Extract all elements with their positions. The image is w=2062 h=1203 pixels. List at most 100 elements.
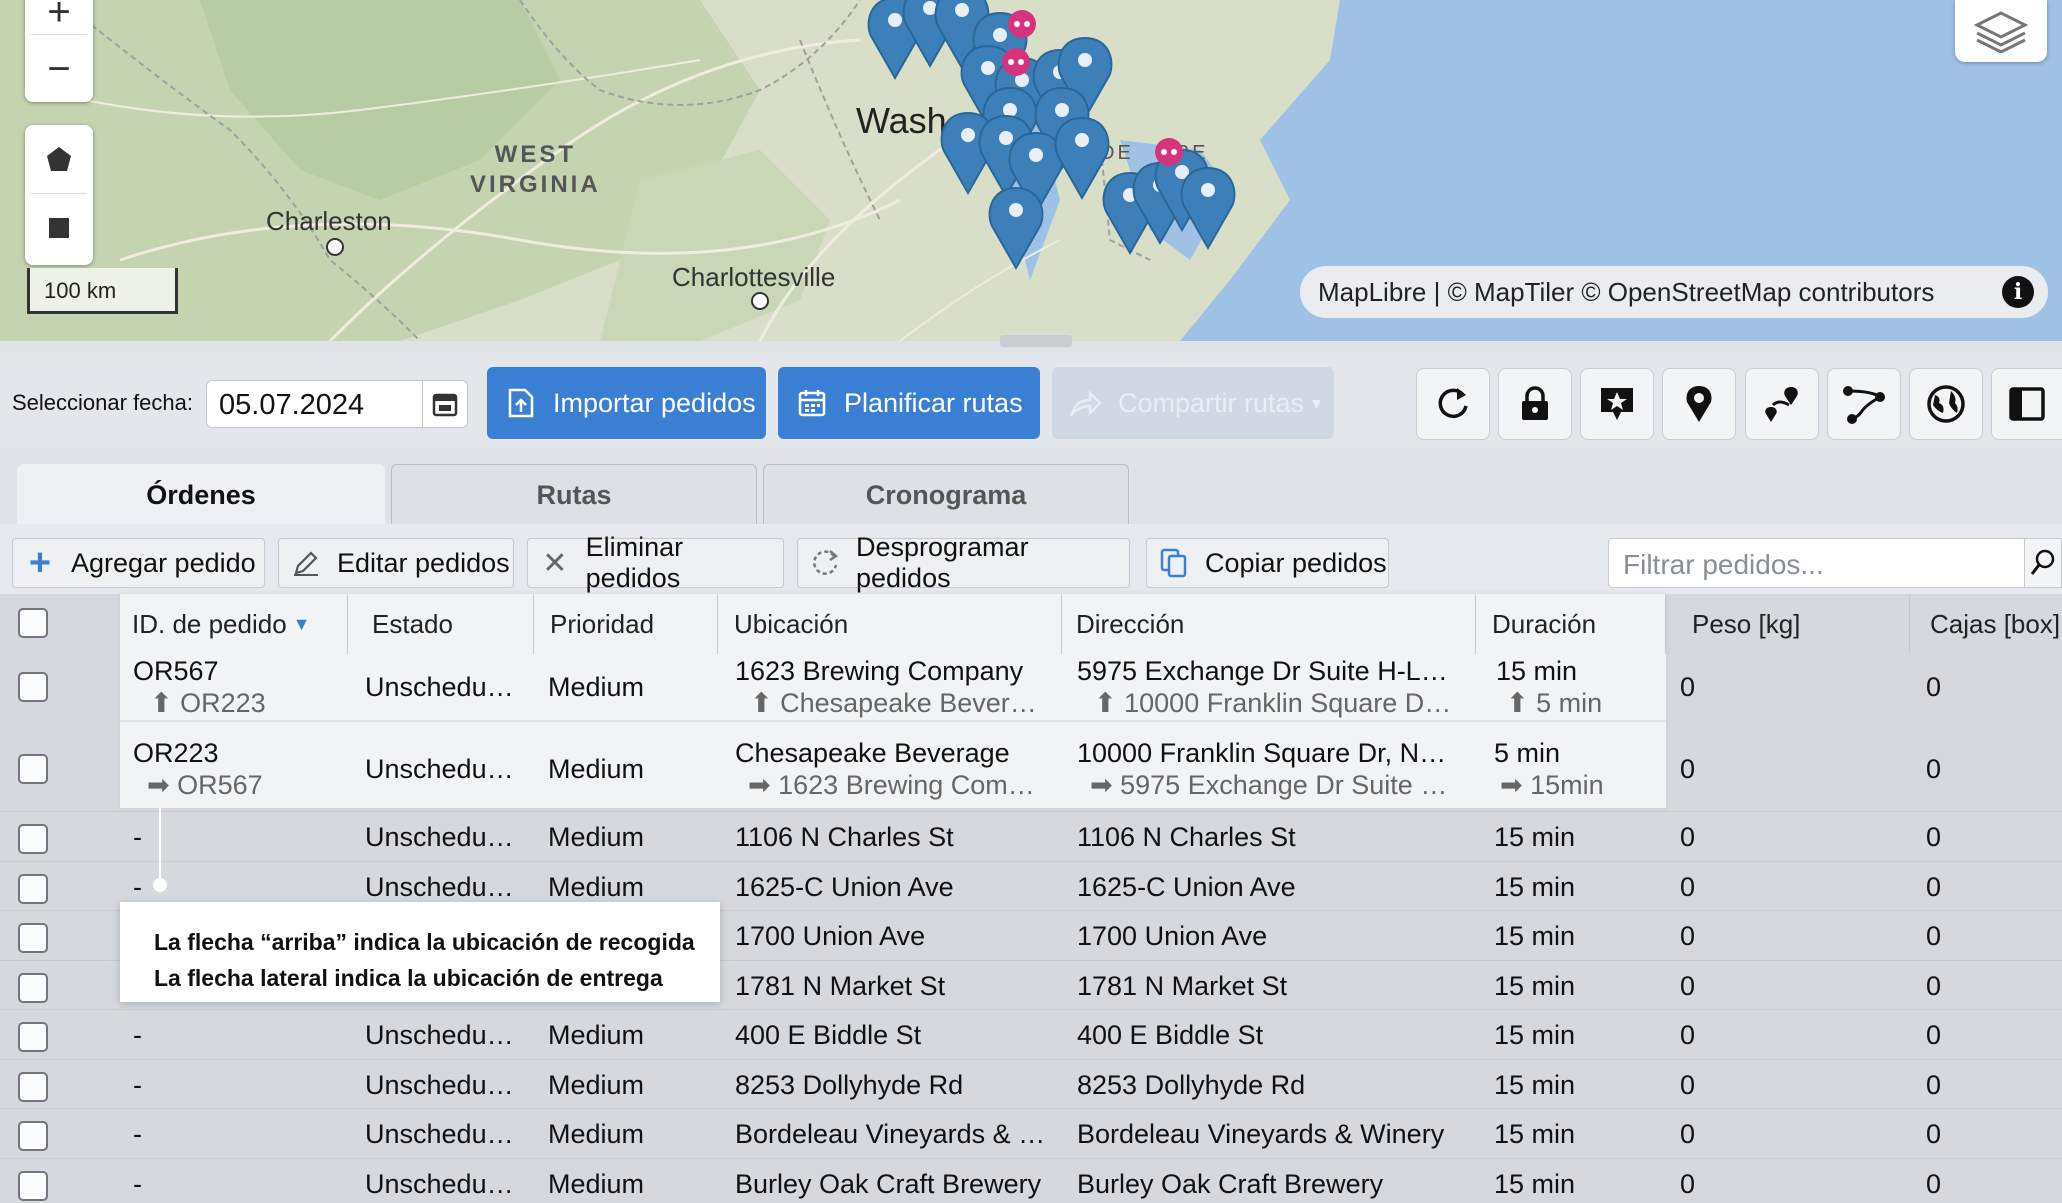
tooltip-line-delivery: La flecha lateral indica la ubicación de… xyxy=(154,965,663,991)
linked-location: ⬆ Chesapeake Bever… xyxy=(750,688,1037,718)
tab-cronograma[interactable]: Cronograma xyxy=(763,464,1129,526)
column-header-duracion[interactable]: Duración xyxy=(1480,594,1666,654)
order-location: Chesapeake Beverage xyxy=(735,738,1010,768)
map-cluster-marker[interactable] xyxy=(1155,138,1183,166)
copy-orders-button[interactable]: Copiar pedidos xyxy=(1146,538,1389,588)
orders-table: ID. de pedido ▼ Estado Prioridad Ubicaci… xyxy=(0,594,2062,1203)
row-divider xyxy=(0,1058,2062,1060)
row-checkbox[interactable] xyxy=(18,824,48,854)
column-header-cajas[interactable]: Cajas [box] xyxy=(1918,594,2062,654)
order-id: - xyxy=(133,871,142,902)
info-icon[interactable]: i xyxy=(2002,276,2034,308)
tab-rutas[interactable]: Rutas xyxy=(391,464,757,526)
order-boxes: 0 xyxy=(1926,1168,1942,1199)
column-header-id-label: ID. de pedido xyxy=(132,608,287,639)
polygon-icon[interactable] xyxy=(25,125,93,193)
column-header-ubicacion[interactable]: Ubicación xyxy=(722,594,1062,654)
pencil-icon xyxy=(291,548,321,578)
order-weight: 0 xyxy=(1680,1119,1696,1149)
order-status: Unschedu… xyxy=(365,672,514,702)
order-address: 1700 Union Ave xyxy=(1077,921,1268,951)
row-checkbox[interactable] xyxy=(18,672,48,702)
location-pin-icon xyxy=(1686,386,1712,422)
search-icon[interactable] xyxy=(2024,538,2062,588)
square-icon[interactable] xyxy=(25,194,93,262)
order-status: Unschedu… xyxy=(365,1069,514,1100)
order-boxes: 0 xyxy=(1926,1119,1942,1149)
route-path-icon xyxy=(1843,386,1885,424)
plus-icon[interactable]: + xyxy=(25,0,93,34)
app-window: WEST VIRGINIA Charleston Charlottesville… xyxy=(0,0,2062,1203)
import-orders-button[interactable]: Importar pedidos xyxy=(487,367,766,439)
order-location: 8253 Dollyhyde Rd xyxy=(735,1069,964,1100)
filter-orders-input[interactable]: Filtrar pedidos... xyxy=(1608,538,2050,588)
map-pin[interactable] xyxy=(1180,167,1236,249)
panel-toggle-button[interactable] xyxy=(1991,368,2062,440)
row-checkbox[interactable] xyxy=(18,1022,48,1052)
row-checkbox[interactable] xyxy=(18,873,48,904)
close-icon: ✕ xyxy=(542,546,568,580)
order-priority: Medium xyxy=(548,754,645,784)
order-priority: Medium xyxy=(548,1119,645,1149)
row-checkbox[interactable] xyxy=(18,754,48,784)
order-boxes: 0 xyxy=(1926,672,1942,702)
refresh-button[interactable] xyxy=(1416,368,1490,440)
calendar-icon[interactable] xyxy=(422,381,467,427)
map-cluster-marker[interactable] xyxy=(1008,10,1036,38)
star-pin-button[interactable] xyxy=(1580,368,1654,440)
order-priority: Medium xyxy=(548,1069,645,1100)
select-all-checkbox[interactable] xyxy=(18,608,48,638)
column-header-prioridad[interactable]: Prioridad xyxy=(538,594,718,654)
order-id: - xyxy=(133,1119,142,1149)
toolbar: Seleccionar fecha: 05.07.2024 Importar p… xyxy=(0,352,2062,448)
minus-icon[interactable]: − xyxy=(25,35,93,103)
tooltip-line-pickup: La flecha “arriba” indica la ubicación d… xyxy=(154,929,695,955)
plan-routes-button[interactable]: Planificar rutas xyxy=(778,367,1040,439)
globe-button[interactable] xyxy=(1909,368,1983,440)
highlight-separator xyxy=(120,720,1666,722)
row-checkbox[interactable] xyxy=(18,923,48,953)
order-address: 400 E Biddle St xyxy=(1077,1020,1264,1050)
row-checkbox[interactable] xyxy=(18,1121,48,1151)
row-checkbox[interactable] xyxy=(18,1170,48,1201)
row-checkbox[interactable] xyxy=(18,1071,48,1102)
share-label: Compartir rutas xyxy=(1118,387,1305,418)
map-cluster-marker[interactable] xyxy=(1002,48,1030,76)
sort-desc-icon[interactable]: ▼ xyxy=(293,614,311,635)
delete-orders-button[interactable]: ✕ Eliminar pedidos xyxy=(527,532,784,593)
column-header-direccion[interactable]: Dirección xyxy=(1064,594,1476,654)
order-address: 8253 Dollyhyde Rd xyxy=(1077,1069,1306,1100)
edit-orders-button[interactable]: Editar pedidos xyxy=(278,538,514,588)
column-header-estado[interactable]: Estado xyxy=(360,594,534,654)
map-pin[interactable] xyxy=(1054,117,1110,199)
add-order-button[interactable]: + Agregar pedido xyxy=(12,538,265,588)
add-order-label: Agregar pedido xyxy=(71,547,256,578)
map-resize-handle[interactable] xyxy=(1000,335,1072,347)
route-path-button[interactable] xyxy=(1827,368,1901,440)
unschedule-orders-button[interactable]: Desprogramar pedidos xyxy=(797,532,1130,593)
zoom-control: + − xyxy=(25,0,93,102)
date-input[interactable]: 05.07.2024 xyxy=(206,380,468,428)
location-button[interactable] xyxy=(1662,368,1736,440)
order-weight: 0 xyxy=(1680,1069,1696,1100)
map-pin[interactable] xyxy=(988,187,1044,269)
import-label: Importar pedidos xyxy=(553,387,756,418)
row-checkbox[interactable] xyxy=(18,972,48,1003)
column-header-id[interactable]: ID. de pedido ▼ xyxy=(120,594,348,654)
calendar-grid-icon xyxy=(796,387,828,419)
layers-icon[interactable] xyxy=(1955,0,2047,62)
plan-label: Planificar rutas xyxy=(844,387,1023,418)
map-attribution: MapLibre | © MapTiler © OpenStreetMap co… xyxy=(1300,266,2048,318)
lock-button[interactable] xyxy=(1498,368,1572,440)
order-address: 1106 N Charles St xyxy=(1077,822,1296,852)
route-points-button[interactable] xyxy=(1745,368,1819,440)
row-divider xyxy=(0,860,2062,862)
tab-ordenes[interactable]: Órdenes xyxy=(17,464,385,526)
order-duration: 15 min xyxy=(1494,1119,1576,1149)
column-header-peso[interactable]: Peso [kg] xyxy=(1680,594,1910,654)
order-location: Bordeleau Vineyards & … xyxy=(735,1119,1046,1149)
order-id: OR223 xyxy=(133,738,219,768)
share-routes-button[interactable]: Compartir rutas ▾ xyxy=(1052,367,1334,439)
order-boxes: 0 xyxy=(1926,921,1942,951)
map-view[interactable]: WEST VIRGINIA Charleston Charlottesville… xyxy=(0,0,2062,341)
